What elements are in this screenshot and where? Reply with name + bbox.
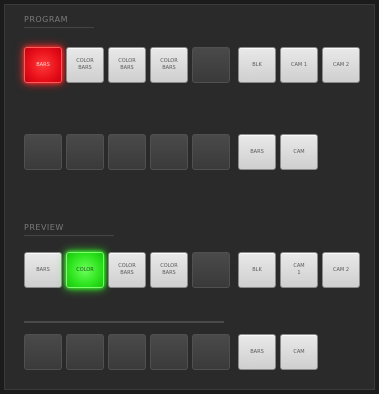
program-aux-button-6[interactable]: BARS bbox=[238, 134, 276, 170]
preview-aux-button-1[interactable] bbox=[24, 334, 62, 370]
program-source-button-1[interactable]: BARS bbox=[24, 47, 62, 83]
program-aux-button-1[interactable] bbox=[24, 134, 62, 170]
preview-row-1: BARS COLOR COLOR BARS COLOR BARS BLK CAM… bbox=[0, 252, 379, 294]
program-source-button-2[interactable]: COLOR BARS bbox=[66, 47, 104, 83]
preview-aux-button-2[interactable] bbox=[66, 334, 104, 370]
preview-source-button-1[interactable]: BARS bbox=[24, 252, 62, 288]
program-aux-button-5[interactable] bbox=[192, 134, 230, 170]
program-source-button-3[interactable]: COLOR BARS bbox=[108, 47, 146, 83]
program-aux-button-7[interactable]: CAM bbox=[280, 134, 318, 170]
program-aux-button-4[interactable] bbox=[150, 134, 188, 170]
program-source-button-4[interactable]: COLOR BARS bbox=[150, 47, 188, 83]
preview-title-divider bbox=[24, 235, 114, 236]
preview-source-button-2[interactable]: COLOR bbox=[66, 252, 104, 288]
preview-source-button-8[interactable]: CAM 2 bbox=[322, 252, 360, 288]
preview-aux-button-5[interactable] bbox=[192, 334, 230, 370]
program-source-button-8[interactable]: CAM 2 bbox=[322, 47, 360, 83]
preview-aux-button-3[interactable] bbox=[108, 334, 146, 370]
preview-aux-button-7[interactable]: CAM bbox=[280, 334, 318, 370]
preview-source-button-7[interactable]: CAM 1 bbox=[280, 252, 318, 288]
program-source-button-7[interactable]: CAM 1 bbox=[280, 47, 318, 83]
preview-row-divider bbox=[24, 321, 224, 323]
program-aux-button-2[interactable] bbox=[66, 134, 104, 170]
preview-row-2: BARS CAM bbox=[0, 334, 379, 376]
preview-aux-button-6[interactable]: BARS bbox=[238, 334, 276, 370]
program-row-2: BARS CAM bbox=[0, 134, 379, 176]
preview-source-button-5[interactable] bbox=[192, 252, 230, 288]
program-source-button-5[interactable] bbox=[192, 47, 230, 83]
program-section-title: PROGRAM bbox=[24, 15, 68, 24]
preview-source-button-4[interactable]: COLOR BARS bbox=[150, 252, 188, 288]
program-title-divider bbox=[24, 27, 94, 28]
program-source-button-6[interactable]: BLK bbox=[238, 47, 276, 83]
preview-source-button-3[interactable]: COLOR BARS bbox=[108, 252, 146, 288]
program-row-1: BARS COLOR BARS COLOR BARS COLOR BARS BL… bbox=[0, 47, 379, 89]
preview-source-button-6[interactable]: BLK bbox=[238, 252, 276, 288]
program-aux-button-3[interactable] bbox=[108, 134, 146, 170]
preview-section-title: PREVIEW bbox=[24, 223, 64, 232]
preview-aux-button-4[interactable] bbox=[150, 334, 188, 370]
